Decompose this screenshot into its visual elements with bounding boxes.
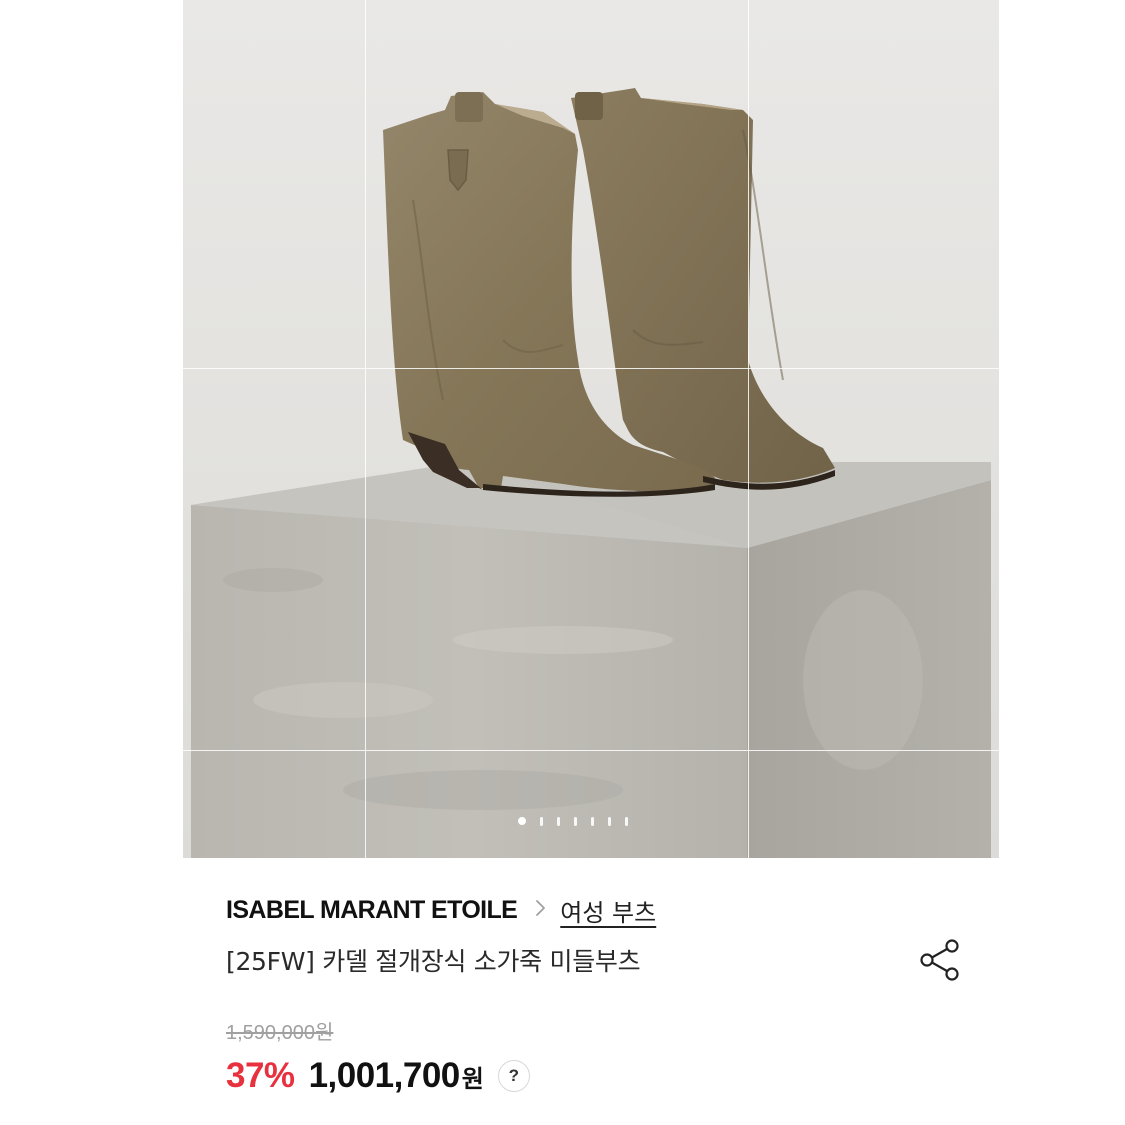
carousel-indicator[interactable] <box>540 816 543 826</box>
brand-link[interactable]: ISABEL MARANT ETOILE <box>226 896 518 925</box>
currency-unit: 원 <box>461 1064 484 1093</box>
grid-line <box>183 368 999 369</box>
sale-price: 1,001,700 <box>308 1056 461 1095</box>
question-icon[interactable]: ? <box>497 1060 530 1092</box>
chevron-right-icon <box>535 898 546 922</box>
grid-line <box>748 0 749 858</box>
grid-line <box>365 0 366 858</box>
carousel-indicator[interactable] <box>591 816 594 826</box>
product-info: ISABEL MARANT ETOILE 여성 부츠 [25FW] 카델 절개장… <box>226 888 986 1095</box>
grid-line <box>183 750 999 751</box>
share-button[interactable] <box>916 936 964 984</box>
price-row: 37% 1,001,700 원 ? <box>226 1056 530 1096</box>
original-price: 1,590,000원 <box>226 1022 334 1044</box>
breadcrumb: ISABEL MARANT ETOILE 여성 부츠 <box>226 888 986 932</box>
carousel-indicator[interactable] <box>625 816 628 826</box>
carousel-indicator[interactable] <box>574 816 577 826</box>
carousel-indicator-active[interactable] <box>518 817 526 825</box>
carousel-indicator[interactable] <box>557 816 560 826</box>
product-name: [25FW] 카델 절개장식 소가죽 미들부츠 <box>226 947 641 976</box>
share-icon <box>920 939 959 981</box>
carousel-indicator[interactable] <box>608 816 611 826</box>
product-image-gallery[interactable] <box>183 0 999 858</box>
product-image <box>191 88 991 858</box>
discount-rate: 37% <box>226 1056 295 1095</box>
carousel-indicators[interactable] <box>518 815 628 827</box>
category-link[interactable]: 여성 부츠 <box>560 893 656 928</box>
